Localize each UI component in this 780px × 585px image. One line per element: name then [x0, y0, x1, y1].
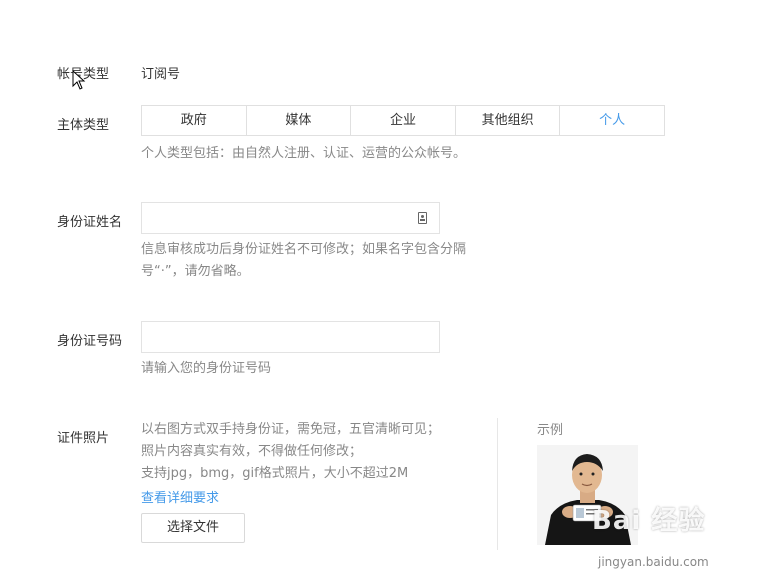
id-photo-desc-line2: 照片内容真实有效，不得做任何修改；: [141, 444, 363, 459]
contact-card-icon[interactable]: [418, 212, 427, 224]
example-label: 示例: [537, 423, 564, 438]
account-type-value: 订阅号: [141, 67, 181, 82]
id-name-hint-line1: 信息审核成功后身份证姓名不可修改；如果名字包含分隔: [141, 242, 467, 257]
id-photo-desc-line3: 支持jpg，bmg，gif格式照片，大小不超过2M: [141, 466, 409, 481]
watermark-url: jingyan.baidu.com: [598, 555, 709, 569]
subject-type-selector: 政府 媒体 企业 其他组织 个人: [141, 105, 665, 136]
id-name-label: 身份证姓名: [57, 215, 123, 230]
subject-option-enterprise[interactable]: 企业: [351, 106, 456, 135]
id-number-field: [141, 321, 440, 353]
id-name-hint-line2: 号“·”，请勿省略。: [141, 264, 250, 279]
divider: [497, 418, 498, 550]
id-name-field: [141, 202, 440, 234]
id-number-hint: 请输入您的身份证号码: [141, 361, 272, 376]
id-name-input[interactable]: [148, 204, 412, 234]
choose-file-button[interactable]: 选择文件: [141, 513, 245, 543]
watermark-text: Bai 经验: [592, 506, 706, 536]
id-photo-desc-line1: 以右图方式双手持身份证，需免冠，五官清晰可见；: [141, 422, 441, 437]
view-details-link[interactable]: 查看详细要求: [141, 487, 219, 506]
subject-option-media[interactable]: 媒体: [247, 106, 352, 135]
subject-option-individual[interactable]: 个人: [560, 106, 664, 135]
id-number-label: 身份证号码: [57, 334, 123, 349]
id-number-input[interactable]: [148, 323, 412, 353]
subject-type-hint: 个人类型包括：由自然人注册、认证、运营的公众帐号。: [141, 146, 467, 161]
subject-type-label: 主体类型: [57, 118, 110, 133]
mouse-cursor-icon: [72, 70, 86, 90]
id-photo-label: 证件照片: [57, 431, 110, 446]
subject-option-other-org[interactable]: 其他组织: [456, 106, 561, 135]
baidu-watermark: Bai 经验: [592, 500, 705, 537]
subject-option-government[interactable]: 政府: [142, 106, 247, 135]
